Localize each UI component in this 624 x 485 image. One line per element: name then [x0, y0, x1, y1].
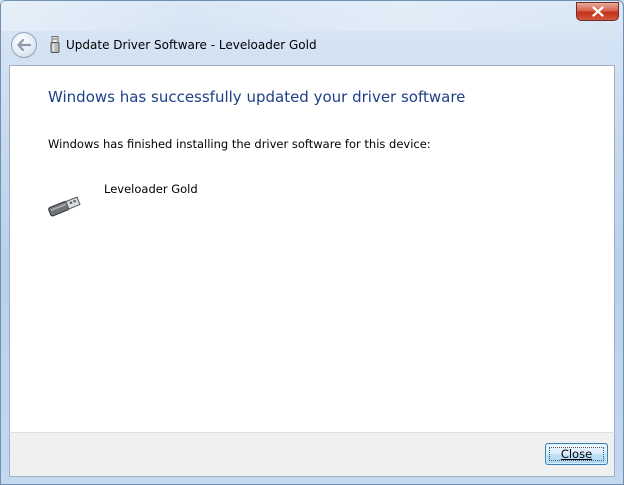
device-name: Leveloader Gold [104, 182, 198, 196]
close-icon [591, 6, 604, 17]
nav-bar: Update Driver Software - Leveloader Gold [9, 32, 609, 58]
main-heading: Windows has successfully updated your dr… [48, 88, 466, 106]
back-arrow-icon [17, 39, 31, 51]
window-title: Update Driver Software - Leveloader Gold [66, 38, 317, 52]
close-button-label: Close [560, 447, 593, 461]
close-button[interactable]: Close [545, 443, 608, 465]
usb-plug-icon [50, 36, 60, 53]
description-text: Windows has finished installing the driv… [48, 137, 431, 151]
footer-bar: Close [9, 432, 615, 477]
window-close-button[interactable] [576, 2, 619, 21]
back-button[interactable] [11, 32, 37, 58]
dialog-window: Update Driver Software - Leveloader Gold… [0, 0, 624, 485]
usb-device-icon [48, 196, 81, 217]
title-bar [1, 1, 623, 31]
content-panel: Windows has successfully updated your dr… [9, 65, 615, 432]
